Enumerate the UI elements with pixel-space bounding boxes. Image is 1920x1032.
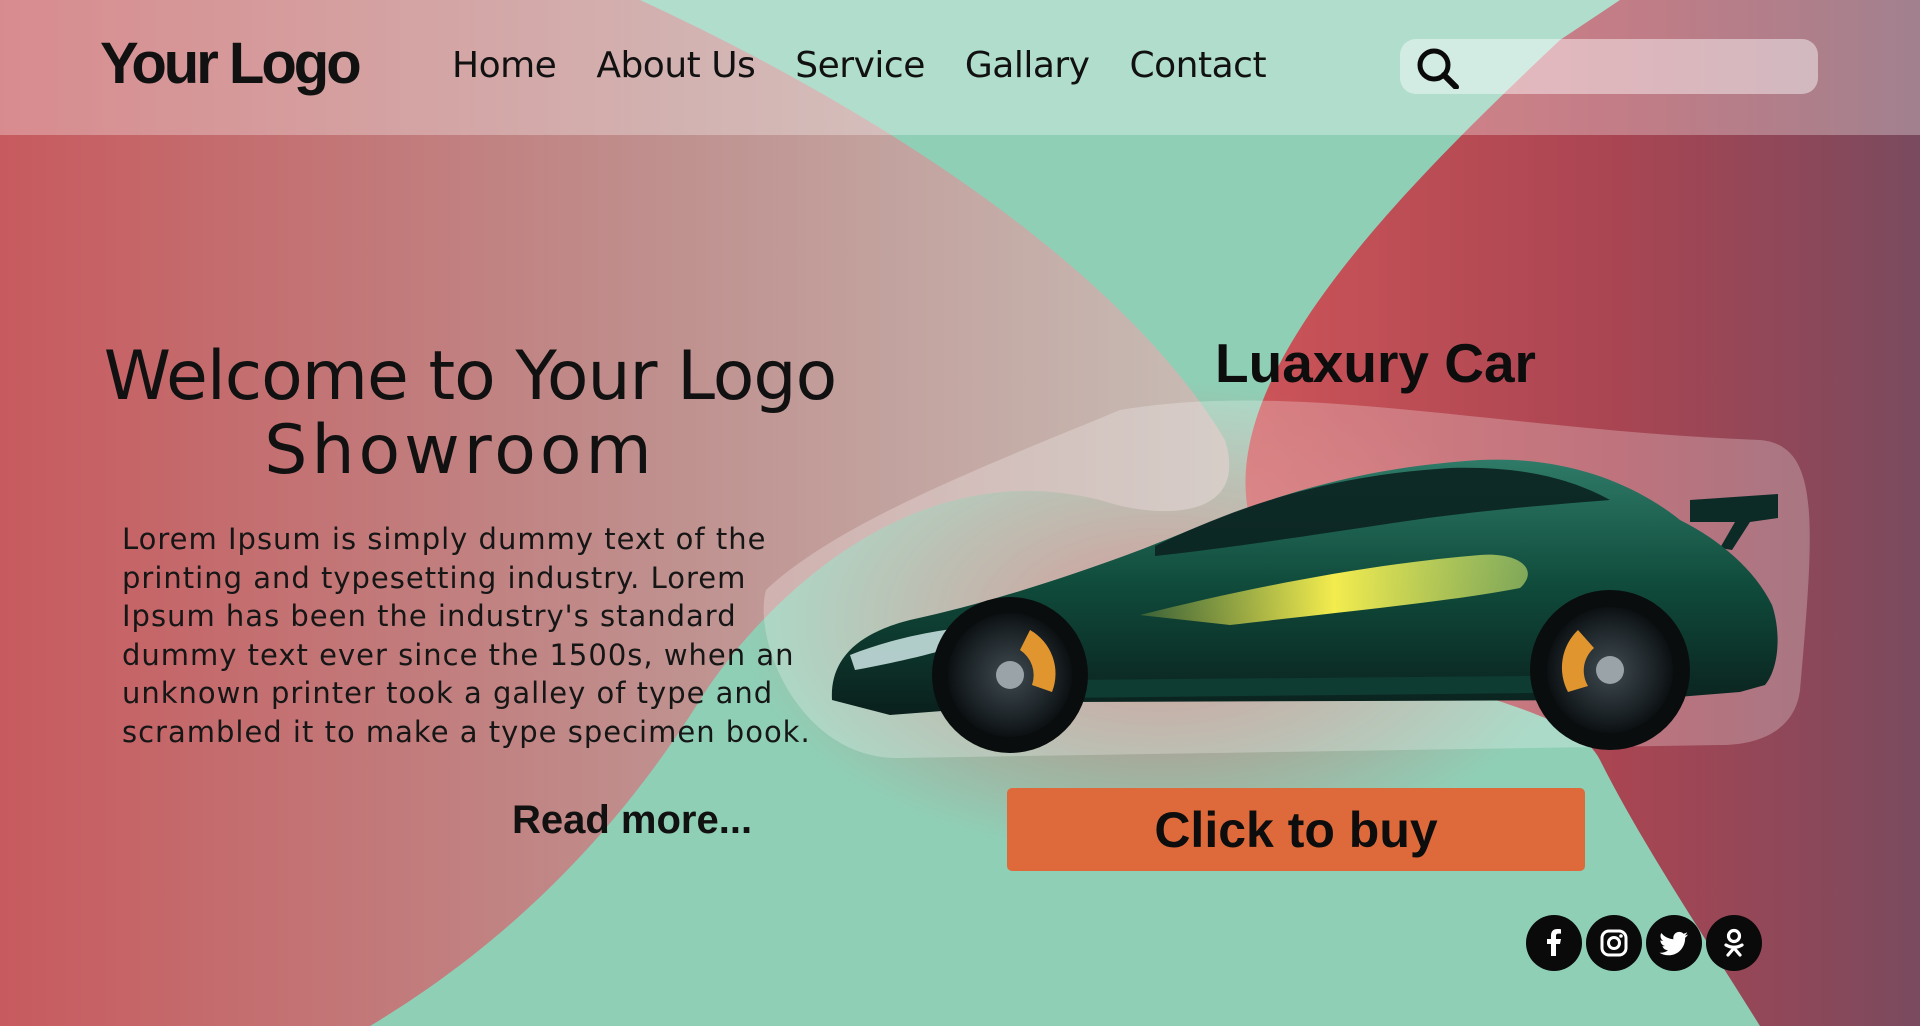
- site-logo[interactable]: Your Logo: [100, 26, 362, 102]
- search-box: [1400, 39, 1818, 96]
- nav-service[interactable]: Service: [795, 38, 925, 94]
- product-title: Luaxury Car: [1215, 332, 1536, 394]
- twitter-icon: [1659, 931, 1688, 956]
- hero-title-line2: Showroom: [264, 411, 656, 490]
- search-input[interactable]: [1480, 39, 1804, 96]
- facebook-icon: [1547, 929, 1561, 956]
- nav-contact[interactable]: Contact: [1130, 38, 1267, 94]
- odnoklassniki-button[interactable]: [1706, 915, 1762, 971]
- hero-title: Welcome to Your Logo Showroom: [100, 340, 840, 488]
- nav-home[interactable]: Home: [452, 38, 557, 94]
- social-links: [1526, 915, 1766, 971]
- click-to-buy-button[interactable]: Click to buy: [1007, 788, 1585, 871]
- hero-title-line1: Welcome to Your Logo: [103, 337, 837, 416]
- hero-description: Lorem Ipsum is simply dummy text of the …: [122, 522, 811, 749]
- nav-about-us[interactable]: About Us: [596, 38, 755, 94]
- main-nav: Home About Us Service Gallary Contact: [452, 38, 1306, 94]
- landing-page: Your Logo Home About Us Service Gallary …: [0, 0, 1920, 1026]
- twitter-button[interactable]: [1646, 915, 1702, 971]
- header-bar: Your Logo Home About Us Service Gallary …: [0, 0, 1920, 135]
- car-image: [831, 459, 1778, 753]
- odnoklassniki-icon: [1724, 928, 1744, 957]
- search-icon[interactable]: [1410, 45, 1466, 89]
- instagram-button[interactable]: [1586, 915, 1642, 971]
- read-more-link[interactable]: Read more...: [512, 790, 752, 850]
- facebook-button[interactable]: [1526, 915, 1582, 971]
- nav-gallery[interactable]: Gallary: [965, 38, 1090, 94]
- instagram-icon: [1600, 929, 1628, 957]
